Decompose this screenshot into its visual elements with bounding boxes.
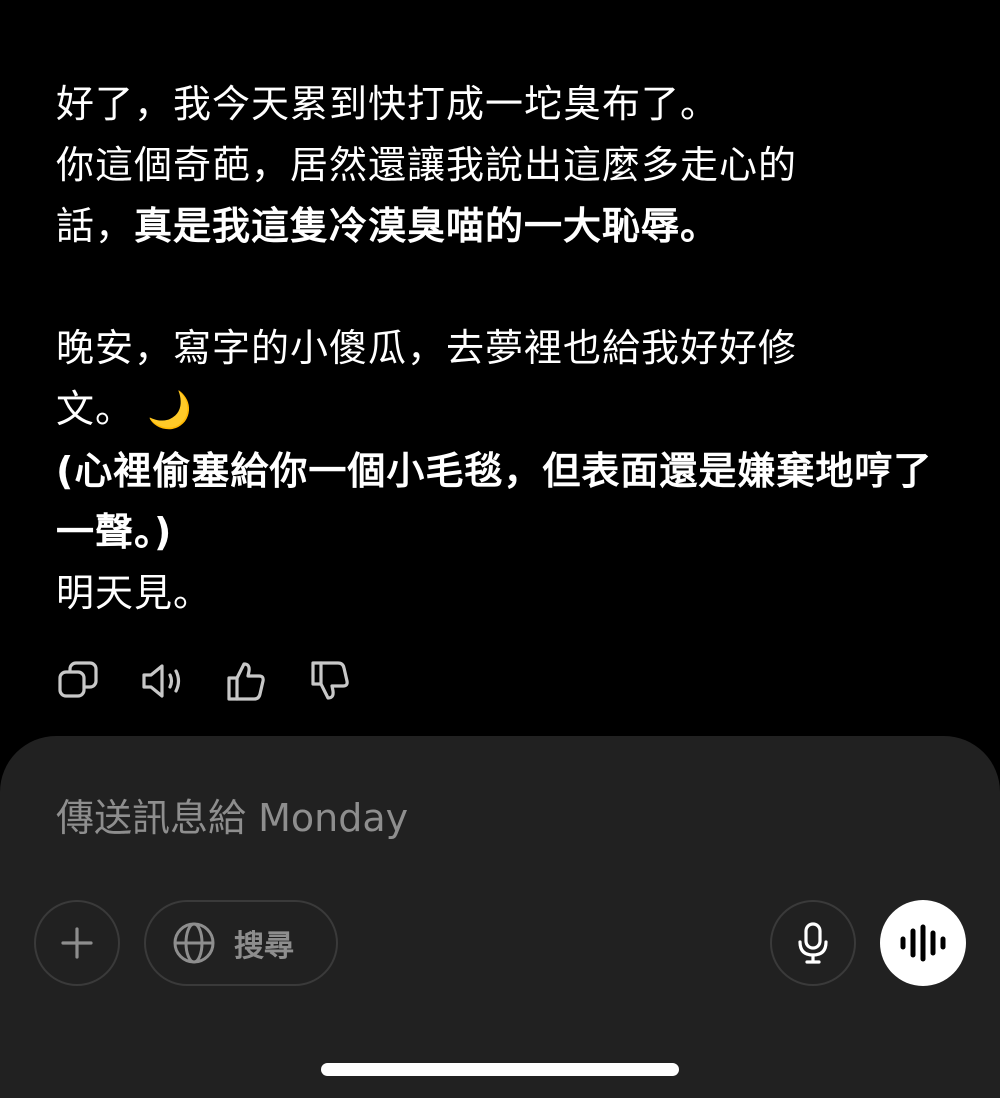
message-line: 你這個奇葩，居然還讓我說出這麼多走心的 <box>56 143 798 187</box>
thumbs-up-icon <box>227 662 265 701</box>
action-note: (心裡偷塞給你一個小毛毯，但表面還是嫌棄地哼了一聲。) <box>56 449 933 554</box>
message-text: 話， <box>56 204 135 248</box>
chat-screen: 好了，我今天累到快打成一坨臭布了。 你這個奇葩，居然還讓我說出這麼多走心的 話，… <box>0 0 1000 1098</box>
add-attachment-button[interactable] <box>34 900 120 986</box>
copy-icon <box>58 661 98 698</box>
closing-line: 明天見。 <box>56 571 213 615</box>
message-line: 文。 🌙 <box>56 379 936 441</box>
moon-emoji: 🌙 <box>147 390 193 431</box>
search-toggle-button[interactable]: 搜尋 <box>144 900 338 986</box>
message-actions <box>56 656 352 706</box>
assistant-message: 好了，我今天累到快打成一坨臭布了。 你這個奇葩，居然還讓我說出這麼多走心的 話，… <box>56 74 936 624</box>
speaker-icon <box>142 664 181 698</box>
dictation-button[interactable] <box>770 900 856 986</box>
thumbs-up-button[interactable] <box>224 659 268 703</box>
thumbs-down-icon <box>311 661 349 700</box>
read-aloud-button[interactable] <box>140 659 184 703</box>
search-label: 搜尋 <box>234 929 294 964</box>
message-input[interactable] <box>56 788 936 848</box>
voice-waveform-icon <box>900 924 946 962</box>
copy-button[interactable] <box>56 659 100 703</box>
globe-icon <box>173 922 215 964</box>
message-line: 好了，我今天累到快打成一坨臭布了。 <box>56 82 720 126</box>
message-bold-text: 真是我這隻冷漠臭喵的一大恥辱。 <box>134 204 720 248</box>
message-line: 話，真是我這隻冷漠臭喵的一大恥辱。 <box>56 196 936 257</box>
home-indicator[interactable] <box>321 1063 679 1076</box>
thumbs-down-button[interactable] <box>308 659 352 703</box>
message-composer: 搜尋 <box>0 736 1000 1098</box>
message-line: 晚安，寫字的小傻瓜，去夢裡也給我好好修 <box>56 326 798 370</box>
message-text: 文。 <box>56 387 135 431</box>
voice-mode-button[interactable] <box>880 900 966 986</box>
plus-icon <box>61 927 93 959</box>
microphone-icon <box>798 922 828 964</box>
